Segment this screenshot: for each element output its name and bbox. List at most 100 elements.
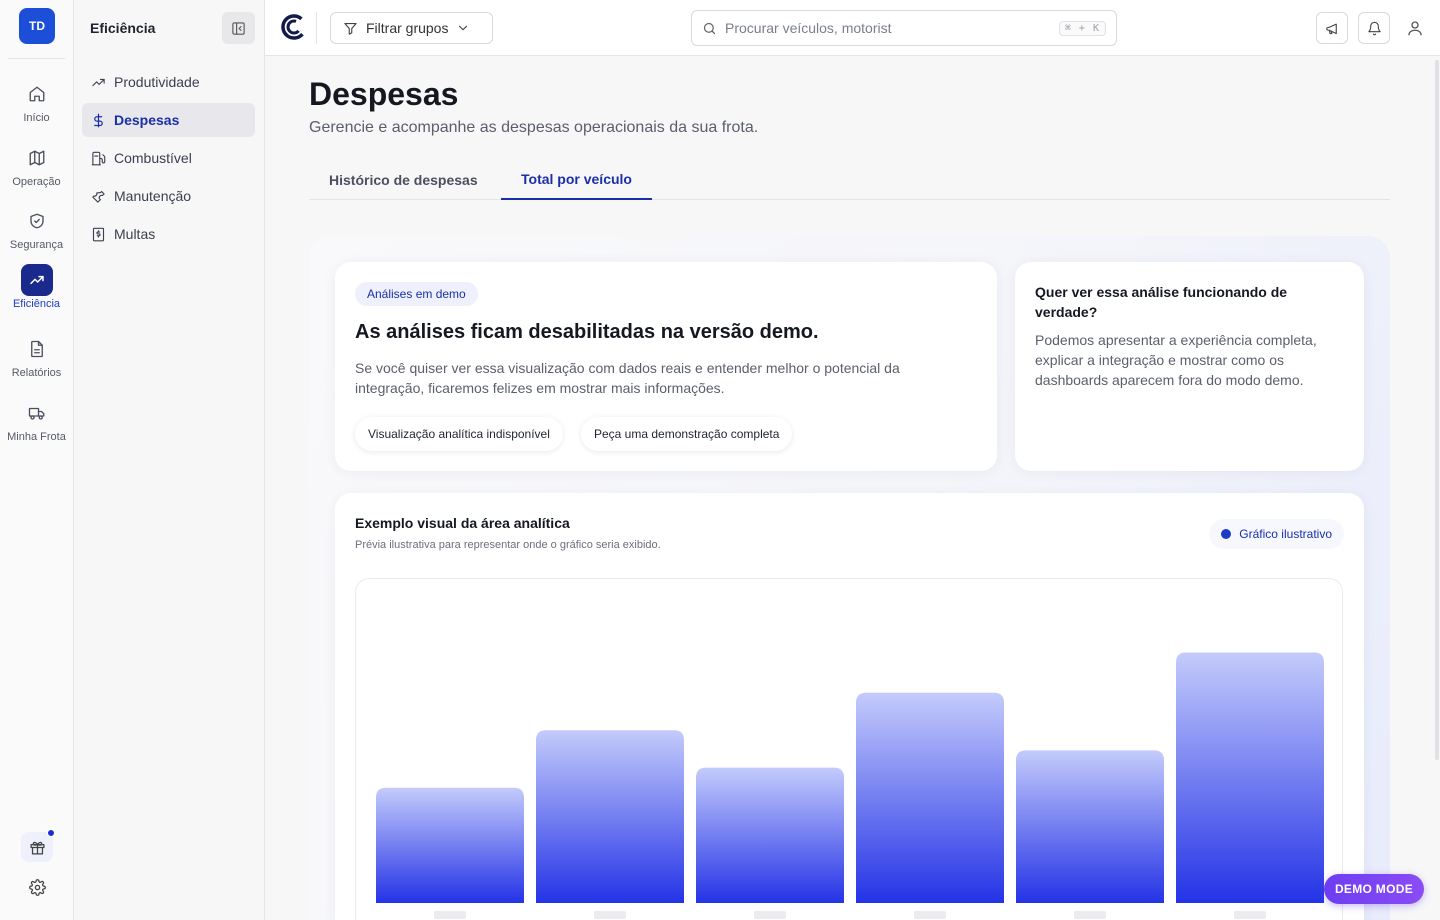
bell-icon <box>1367 21 1381 35</box>
badge-dot <box>1221 529 1232 539</box>
chart-card: Exemplo visual da área analítica Prévia … <box>335 493 1364 920</box>
org-avatar[interactable]: TD <box>19 8 55 44</box>
subnav-title: Eficiência <box>90 20 156 36</box>
gift-button[interactable] <box>21 829 55 862</box>
page-title: Despesas <box>309 76 459 112</box>
tab-historico-de-despesas[interactable]: Histórico de despesas <box>309 160 498 200</box>
demo-mode-badge[interactable]: DEMO MODE <box>1324 874 1424 904</box>
collapse-sidebar-button[interactable] <box>222 12 255 44</box>
cta-card-title: Quer ver essa análise funcionando de ver… <box>1035 284 1288 320</box>
chart-bar <box>376 787 524 903</box>
subnav-item-label: Multas <box>114 226 156 242</box>
wrench-icon <box>90 188 106 204</box>
dollar-icon <box>90 112 106 128</box>
subnav-item-label: Manutenção <box>114 188 192 204</box>
demo-info-card: Análises em demo As análises ficam desab… <box>335 262 997 471</box>
demo-pill: Análises em demo <box>355 282 478 306</box>
subnav-item-label: Produtividade <box>114 74 200 90</box>
trending-up-icon <box>90 74 106 90</box>
bar-chart <box>376 652 1324 919</box>
gear-icon <box>28 878 46 896</box>
x-tick-placeholder <box>914 911 946 919</box>
illustrative-badge: Gráfico ilustrativo <box>1209 519 1344 549</box>
chart-bar <box>856 692 1004 903</box>
secondary-nav: Eficiência Produtividade Despesas Combus… <box>74 0 265 920</box>
rail-item-label: Operação <box>12 176 61 188</box>
x-tick-placeholder <box>1074 911 1106 919</box>
tab-bar: Histórico de despesas Total por veículo <box>309 160 1390 200</box>
map-icon <box>21 142 53 174</box>
rail-item-seguranca[interactable]: Segurança <box>0 205 73 261</box>
fuel-icon <box>90 150 106 166</box>
scrollbar-thumb[interactable] <box>1435 60 1439 760</box>
notification-dot <box>47 829 55 837</box>
tab-total-por-veiculo[interactable]: Total por veículo <box>501 160 652 200</box>
unavailable-chip: Visualização analítica indisponível <box>355 417 563 451</box>
rail-item-label: Eficiência <box>12 298 61 310</box>
search-icon <box>703 22 716 34</box>
gift-icon <box>29 841 45 855</box>
x-tick-placeholder <box>434 911 466 919</box>
filter-groups-button[interactable]: Filtrar grupos <box>330 12 493 44</box>
megaphone-icon <box>1325 23 1337 34</box>
top-bar: Filtrar grupos ⌘ + K <box>265 0 1440 56</box>
rail-item-label: Minha Frota <box>7 431 66 443</box>
chart-bar <box>536 730 684 903</box>
main-content: Despesas Gerencie e acompanhe as despesa… <box>265 56 1440 920</box>
truck-icon <box>21 397 53 429</box>
demo-card-title: As análises ficam desabilitadas na versã… <box>355 321 819 343</box>
notifications-button[interactable] <box>1358 12 1390 44</box>
scrollbar[interactable] <box>1434 56 1440 920</box>
user-icon <box>1408 21 1422 36</box>
user-menu-button[interactable] <box>1399 12 1431 44</box>
filter-icon <box>344 22 357 35</box>
request-demo-chip[interactable]: Peça uma demonstração completa <box>581 417 793 451</box>
chart-bar <box>1176 652 1324 903</box>
rail-item-operacao[interactable]: Operação <box>0 142 73 198</box>
rail-item-label: Relatórios <box>11 367 62 379</box>
chevron-down-icon <box>459 25 468 31</box>
subnav-item-multas[interactable]: Multas <box>82 217 255 251</box>
page-subtitle: Gerencie e acompanhe as despesas operaci… <box>309 119 759 136</box>
filter-groups-label: Filtrar grupos <box>366 20 449 36</box>
rail-item-label: Segurança <box>9 239 64 251</box>
subnav-item-manutencao[interactable]: Manutenção <box>82 179 255 213</box>
subnav-item-combustivel[interactable]: Combustível <box>82 141 255 175</box>
subnav-item-label: Despesas <box>114 112 180 128</box>
chart-bar <box>696 767 844 903</box>
rail-item-inicio[interactable]: Início <box>0 78 73 134</box>
x-tick-placeholder <box>594 911 626 919</box>
file-icon <box>21 333 53 365</box>
subnav-item-label: Combustível <box>114 150 192 166</box>
topbar-divider <box>316 12 317 44</box>
chart-card-title: Exemplo visual da área analítica <box>355 515 570 531</box>
rail-divider <box>8 58 65 59</box>
x-tick-placeholder <box>754 911 786 919</box>
cta-card: Quer ver essa análise funcionando de ver… <box>1015 262 1364 471</box>
rail-item-relatorios[interactable]: Relatórios <box>0 333 73 389</box>
cta-card-text: Podemos apresentar a experiência complet… <box>1035 332 1317 388</box>
badge-label: Gráfico ilustrativo <box>1239 527 1332 541</box>
search-input[interactable] <box>725 20 1051 36</box>
chart-bar <box>1016 750 1164 903</box>
primary-rail: TD Início Operação Segurança Eficiência … <box>0 0 74 920</box>
shield-icon <box>21 205 53 237</box>
announcements-button[interactable] <box>1316 12 1348 44</box>
subnav-item-despesas[interactable]: Despesas <box>82 103 255 137</box>
demo-card-text: Se você quiser ver essa visualização com… <box>355 360 900 396</box>
rail-item-minha-frota[interactable]: Minha Frota <box>0 397 73 453</box>
analytics-panel: Análises em demo As análises ficam desab… <box>309 236 1390 920</box>
trending-up-icon <box>20 264 53 296</box>
receipt-icon <box>90 226 106 242</box>
search-box[interactable]: ⌘ + K <box>691 10 1117 46</box>
rail-item-eficiencia[interactable]: Eficiência <box>0 264 73 320</box>
subnav-item-produtividade[interactable]: Produtividade <box>82 65 255 99</box>
brand-logo[interactable] <box>281 14 307 40</box>
chart-card-subtitle: Prévia ilustrativa para representar onde… <box>355 539 661 551</box>
home-icon <box>21 78 53 110</box>
search-shortcut-hint: ⌘ + K <box>1058 20 1106 36</box>
chart-plot-area <box>355 578 1343 920</box>
sidebar-collapse-icon <box>232 21 245 35</box>
x-tick-placeholder <box>1234 911 1266 919</box>
settings-button[interactable] <box>21 872 53 902</box>
